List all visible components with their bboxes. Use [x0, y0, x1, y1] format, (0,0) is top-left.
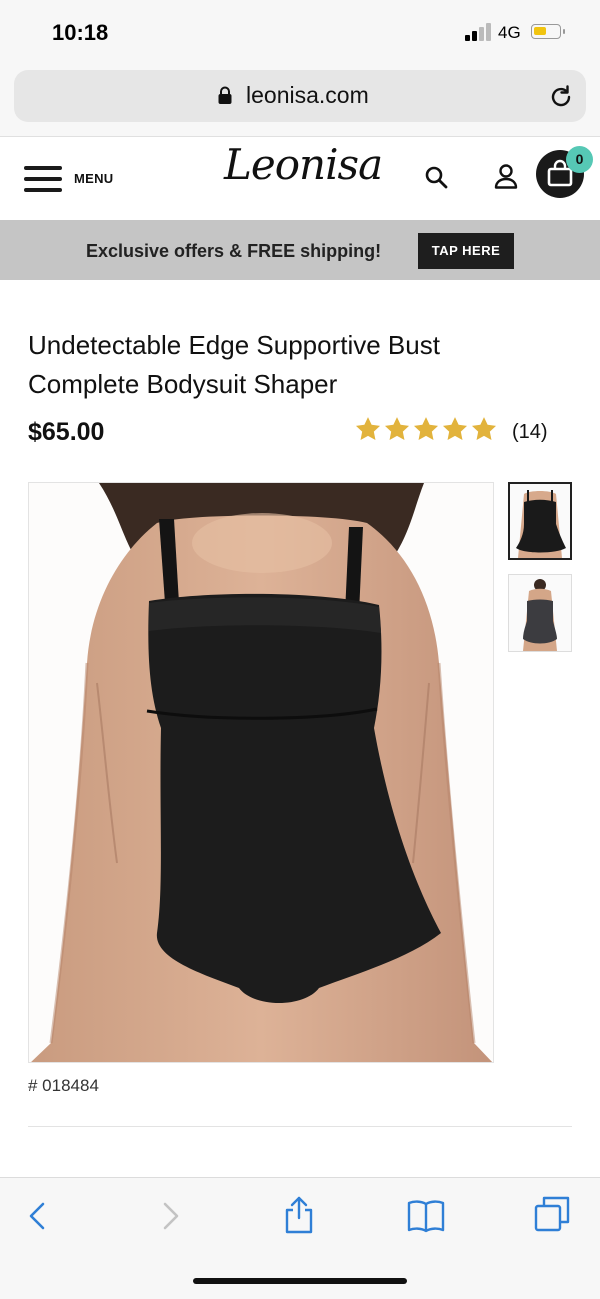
- promo-text: Exclusive offers & FREE shipping!: [86, 241, 382, 261]
- star-icon: [355, 417, 381, 440]
- tabs-icon[interactable]: [532, 1194, 572, 1234]
- star-icon: [442, 417, 468, 440]
- logo-text: Leonisa: [224, 140, 383, 189]
- thumbnail-front-image: [510, 484, 570, 558]
- product-title: Undetectable Edge Supportive Bust Comple…: [28, 330, 440, 399]
- star-rating[interactable]: [354, 415, 499, 445]
- cart-count-badge[interactable]: 0: [566, 146, 593, 173]
- product-main-image[interactable]: [28, 482, 494, 1063]
- menu-label[interactable]: MENU: [74, 171, 113, 186]
- home-indicator[interactable]: [193, 1278, 407, 1284]
- reload-icon[interactable]: [548, 84, 574, 110]
- leonisa-logo[interactable]: Leonisa: [224, 140, 383, 202]
- signal-icon: [465, 23, 493, 41]
- star-icon: [384, 417, 410, 440]
- bodysuit-model-image: [29, 483, 493, 1062]
- status-time: 10:18: [52, 20, 109, 45]
- back-arrow-icon[interactable]: [18, 1196, 58, 1236]
- account-icon[interactable]: [494, 163, 518, 189]
- lock-icon: [218, 86, 232, 104]
- product-price: $65.00: [28, 418, 105, 446]
- network-type: 4G: [498, 23, 521, 42]
- hamburger-menu-icon[interactable]: [24, 166, 62, 192]
- product-sku: # 018484: [28, 1076, 99, 1095]
- tap-here-button[interactable]: TAP HERE: [418, 233, 514, 269]
- divider: [28, 1126, 572, 1127]
- star-icon: [413, 417, 439, 440]
- product-thumbnail-front[interactable]: [508, 482, 572, 560]
- product-thumbnail-back[interactable]: [508, 574, 572, 652]
- star-icon: [471, 417, 497, 440]
- battery-icon: [531, 24, 565, 39]
- url-text[interactable]: leonisa.com: [246, 82, 369, 109]
- review-count[interactable]: (14): [512, 421, 548, 444]
- share-icon[interactable]: [279, 1194, 319, 1234]
- bookmarks-icon[interactable]: [406, 1196, 446, 1236]
- search-icon[interactable]: [424, 165, 448, 189]
- thumbnail-back-image: [509, 575, 571, 651]
- forward-arrow-icon[interactable]: [150, 1196, 190, 1236]
